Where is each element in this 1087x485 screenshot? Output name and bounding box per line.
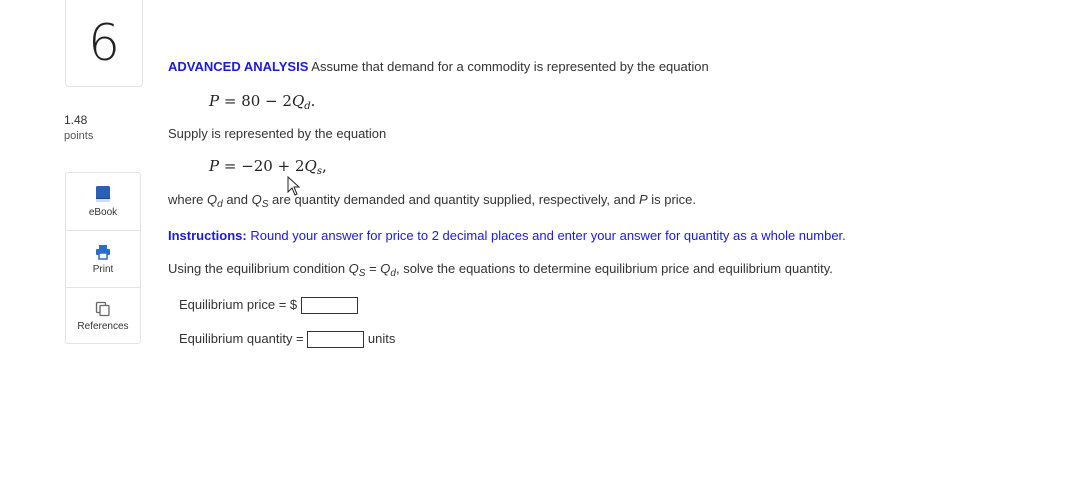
- using-text: Using the equilibrium condition QS = Qd,…: [168, 261, 833, 279]
- instructions: Instructions: Round your answer for pric…: [168, 228, 846, 243]
- instructions-label: Instructions:: [168, 228, 247, 243]
- references-label: References: [77, 320, 129, 332]
- printer-icon: [95, 244, 111, 260]
- supply-equation: P = −20 + 2Qs,: [209, 157, 327, 177]
- price-row: Equilibrium price = $: [179, 297, 358, 315]
- ebook-button[interactable]: eBook: [66, 173, 140, 230]
- references-button[interactable]: References: [66, 287, 140, 344]
- supply-text: Supply is represented by the equation: [168, 126, 387, 141]
- quantity-label: Equilibrium quantity =: [179, 331, 304, 346]
- question-number: 6: [65, 0, 143, 87]
- demand-equation: P = 80 − 2Qd.: [209, 92, 316, 112]
- price-input[interactable]: [300, 297, 358, 315]
- price-label: Equilibrium price = $: [179, 297, 298, 312]
- copy-icon: [95, 301, 111, 317]
- intro-text: Assume that demand for a commodity is re…: [308, 59, 709, 74]
- quantity-input[interactable]: [307, 331, 365, 349]
- points-label: points: [64, 130, 94, 142]
- ebook-label: eBook: [88, 207, 118, 218]
- tools-panel: eBook Print References: [65, 172, 141, 344]
- print-label: Print: [92, 263, 114, 275]
- mouse-cursor-icon: [287, 175, 301, 201]
- quantity-row: Equilibrium quantity = units: [179, 331, 396, 349]
- intro-line: ADVANCED ANALYSIS Assume that demand for…: [168, 59, 709, 74]
- book-icon: [95, 185, 111, 203]
- instructions-text: Round your answer for price to 2 decimal…: [246, 228, 846, 243]
- quantity-units: units: [367, 331, 396, 346]
- print-button[interactable]: Print: [66, 230, 140, 287]
- points-value: 1.48: [64, 113, 88, 127]
- where-text: where Qd and QS are quantity demanded an…: [168, 192, 697, 210]
- heading: ADVANCED ANALYSIS: [168, 59, 309, 74]
